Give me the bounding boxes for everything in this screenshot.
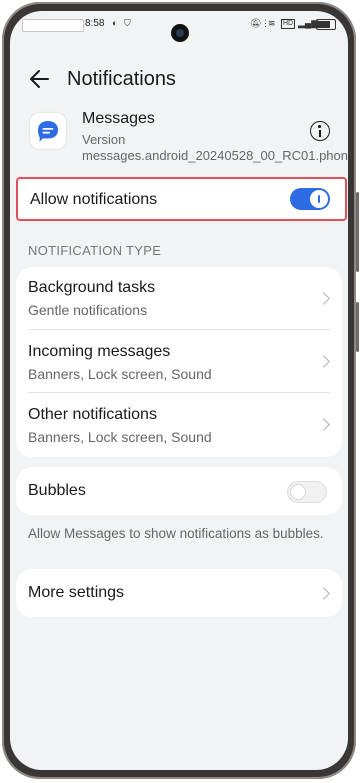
allow-notifications-label: Allow notifications — [30, 191, 158, 208]
background-tasks-item[interactable]: Background tasks Gentle notifications — [16, 267, 342, 329]
chevron-right-icon — [317, 587, 330, 600]
status-notch-placeholder — [22, 19, 84, 32]
info-dot — [318, 125, 321, 128]
other-notifications-item[interactable]: Other notifications Banners, Lock screen… — [16, 393, 342, 455]
wifi-icon: ≋ — [268, 18, 276, 28]
volume-button — [356, 192, 359, 272]
info-icon[interactable] — [310, 121, 330, 141]
messenger-icon: ◐ — [112, 18, 118, 28]
notification-type-card: Background tasks Gentle notifications In… — [16, 267, 342, 457]
toggle-knob — [310, 190, 328, 208]
chevron-right-icon — [317, 418, 330, 431]
messages-app-icon — [30, 113, 66, 149]
allow-notifications-toggle[interactable] — [290, 188, 330, 210]
allow-notifications-row[interactable]: Allow notifications — [16, 177, 347, 221]
bubbles-toggle[interactable] — [287, 481, 327, 503]
more-settings-row[interactable]: More settings — [16, 569, 342, 617]
chevron-right-icon — [317, 355, 330, 368]
front-camera — [171, 24, 189, 42]
page-title: Notifications — [67, 68, 176, 90]
incoming-messages-item[interactable]: Incoming messages Banners, Lock screen, … — [16, 330, 342, 392]
info-bar — [318, 129, 321, 137]
bubbles-card[interactable]: Bubbles — [16, 467, 342, 515]
screen: 8:58 ◐ ⛉ 🔕︎ ⋮ ≋ HD ▂▄▆ Notifications Mes… — [10, 11, 348, 770]
status-time: 8:58 — [85, 18, 105, 29]
more-settings-label: More settings — [28, 584, 125, 601]
hd-icon: HD — [281, 19, 296, 29]
item-title: Background tasks — [28, 279, 156, 296]
status-bar: 8:58 ◐ ⛉ 🔕︎ ⋮ ≋ HD ▂▄▆ — [10, 11, 348, 42]
battery-icon — [316, 19, 336, 30]
item-subtitle: Gentle notifications — [28, 302, 148, 318]
bubbles-description: Allow Messages to show notifications as … — [28, 526, 324, 541]
item-title: Other notifications — [28, 406, 157, 423]
item-subtitle: Banners, Lock screen, Sound — [28, 429, 212, 445]
power-button — [356, 302, 359, 352]
phone-frame: 8:58 ◐ ⛉ 🔕︎ ⋮ ≋ HD ▂▄▆ Notifications Mes… — [2, 2, 359, 779]
mute-icon: 🔕︎ — [250, 18, 262, 28]
arrow-left-icon — [30, 70, 49, 88]
notification-type-header: NOTIFICATION TYPE — [28, 243, 162, 258]
shield-icon: ⛉ — [124, 18, 131, 28]
app-name: Messages — [82, 110, 155, 127]
item-subtitle: Banners, Lock screen, Sound — [28, 366, 212, 382]
item-title: Incoming messages — [28, 343, 171, 360]
bubbles-label: Bubbles — [28, 482, 86, 499]
chevron-right-icon — [317, 292, 330, 305]
back-button[interactable] — [28, 65, 52, 93]
toggle-knob — [290, 484, 306, 500]
app-version: Version messages.android_20240528_00_RC0… — [82, 132, 348, 163]
